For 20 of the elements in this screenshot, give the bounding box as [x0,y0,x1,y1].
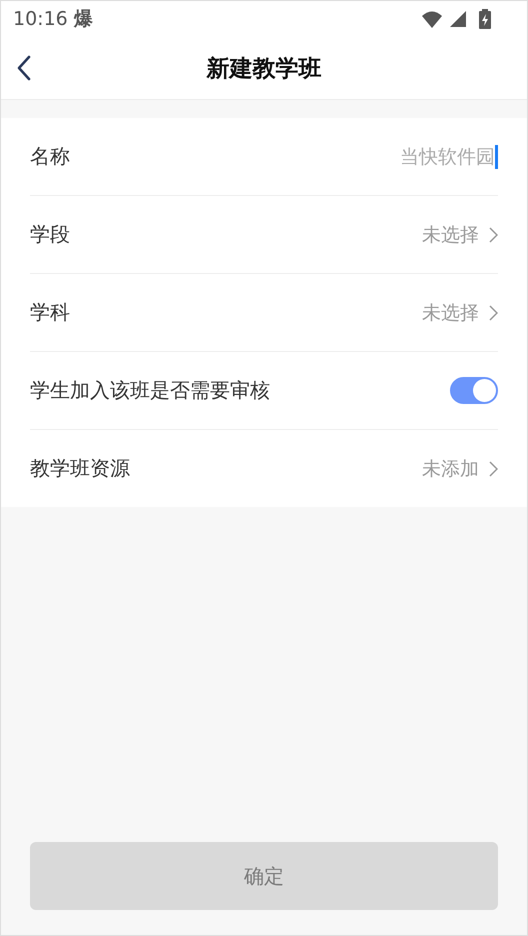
chevron-icon [489,460,498,476]
name-input[interactable]: 当快软件园 [391,146,495,168]
toggle-switch[interactable] [450,377,498,404]
field-label: 学生加入该班是否需要审核 [30,377,270,404]
field-label: 教学班资源 [30,455,130,482]
field-label: 学段 [30,221,70,248]
notification-icon: 爆 [74,6,93,32]
chevron-icon [489,304,498,320]
signal-icon [449,10,467,28]
select-button[interactable]: 未添加 [422,456,498,482]
chevron-icon [489,226,498,242]
select-button[interactable]: 未选择 [422,222,498,248]
page-title: 新建教学班 [206,54,322,84]
battery-icon [479,9,491,29]
field-label: 名称 [30,143,70,170]
text-cursor [495,144,498,168]
select-button[interactable]: 未选择 [422,300,498,326]
status-time: 10:16 [13,8,68,30]
wifi-icon [421,10,443,28]
field-label: 学科 [30,299,70,326]
